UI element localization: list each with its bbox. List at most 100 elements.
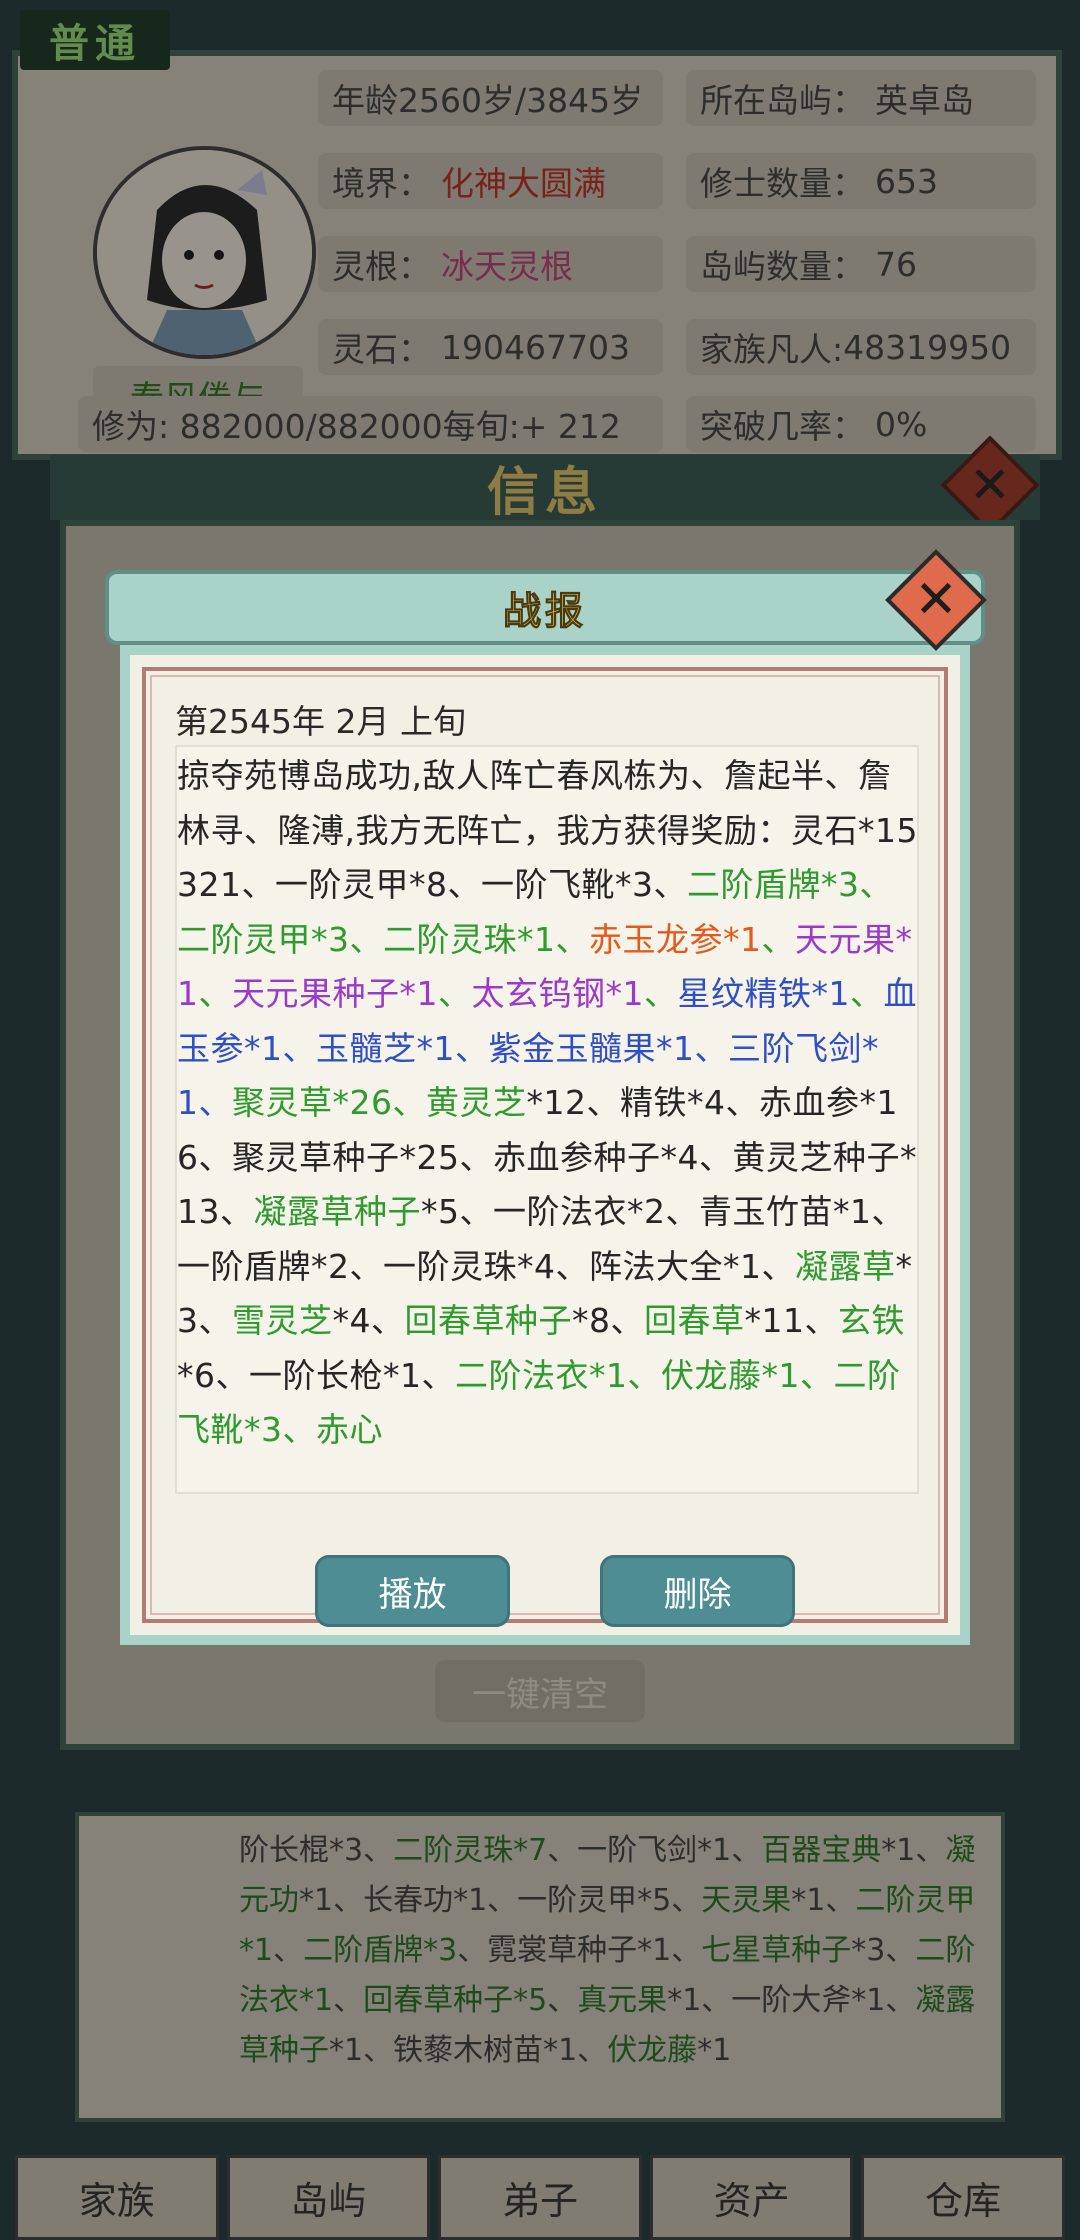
tab-disciples[interactable]: 弟子 xyxy=(438,2155,642,2240)
bottom-tab-bar: 家族 岛屿 弟子 资产 仓库 xyxy=(15,2155,1065,2240)
mortals-value: 48319950 xyxy=(843,327,1012,367)
mode-badge[interactable]: 普通 xyxy=(20,10,170,70)
log-segment: *1 xyxy=(697,2033,732,2068)
realm-label: 境界： xyxy=(332,164,431,203)
report-segment: 凝露草 xyxy=(795,1246,896,1286)
bottom-log: 阶长棍*3、二阶灵珠*7、一阶飞剑*1、百器宝典*1、凝元功*1、长春功*1、一… xyxy=(75,1812,1005,2122)
report-segment: 二阶灵甲*3 xyxy=(177,919,350,959)
report-segment: 回春草 xyxy=(644,1301,745,1340)
log-segment: 七 xyxy=(701,1933,732,1968)
cultivation-text: 修为: 882000/882000每旬:+ 212 xyxy=(92,407,621,446)
report-segment: 聚灵草*26 xyxy=(232,1083,393,1122)
log-segment: 星草种子 xyxy=(731,1933,852,1968)
report-segment: 、 xyxy=(761,919,795,959)
report-text: 掠夺苑博岛成功,敌人阵亡春风栋为、詹起半、詹林寻、隆溥,我方无阵亡，我方获得奖励… xyxy=(177,747,917,1458)
report-segment: 、 xyxy=(198,1083,232,1122)
log-segment: *1、 xyxy=(881,1833,946,1868)
report-segment: 、 xyxy=(627,1355,661,1395)
log-segment: *3、 xyxy=(851,1933,916,1968)
report-segment: 天元果种子*1 xyxy=(232,974,438,1013)
age-stat: 年龄2560岁/3845岁 xyxy=(318,70,663,126)
log-segment: 二阶盾牌*3 xyxy=(303,1933,458,1968)
info-title-bar: 信息 xyxy=(50,455,1040,523)
delete-button[interactable]: 删除 xyxy=(600,1555,795,1627)
modal-body: 第2545年 2月 上旬 掠夺苑博岛成功,敌人阵亡春风栋为、詹起半、詹林寻、隆溥… xyxy=(120,645,970,1645)
report-segment: 黄灵芝 xyxy=(426,1083,527,1122)
report-segment: 二阶灵珠*1 xyxy=(383,919,556,959)
battle-report-modal: 战报 ✕ 第2545年 2月 上旬 掠夺苑博岛成功,敌人阵亡春风栋为、詹起半、詹… xyxy=(105,549,987,1670)
report-segment: *6、一阶长枪*1、 xyxy=(177,1355,455,1395)
log-segment: 回春草种子*5 xyxy=(363,1983,548,2018)
islands-stat: 岛屿数量： 76 xyxy=(686,236,1036,292)
report-date: 第2545年 2月 上旬 xyxy=(175,702,466,741)
close-icon: ✕ xyxy=(969,456,1011,514)
tab-family[interactable]: 家族 xyxy=(15,2155,219,2240)
cultivators-label: 修士数量： xyxy=(700,164,865,203)
report-segment: 、 xyxy=(282,1028,316,1068)
character-status-panel: 春风倦与 年龄2560岁/3845岁 所在岛屿：英卓岛 境界：化神大圆满 修士数… xyxy=(12,50,1062,460)
mortals-stat: 家族凡人: 48319950 xyxy=(686,319,1036,375)
islands-value: 76 xyxy=(875,244,917,284)
report-segment: *4、 xyxy=(332,1301,405,1340)
log-segment: 真元果 xyxy=(577,1983,668,2018)
realm-stat: 境界： 化神大圆满 xyxy=(318,153,663,209)
report-segment: 太玄钨钢*1 xyxy=(471,974,644,1013)
log-segment: 、 xyxy=(273,1933,304,1968)
close-icon: ✕ xyxy=(914,570,958,630)
log-segment: *1、长春功*1、一阶灵甲*5、 xyxy=(299,1883,702,1918)
log-segment: 、 xyxy=(333,1983,364,2018)
log-segment: 、一阶飞剑*1、 xyxy=(547,1833,762,1868)
report-segment: 、 xyxy=(438,974,472,1013)
islands-label: 岛屿数量： xyxy=(700,247,865,286)
stones-value: 190467703 xyxy=(441,327,630,367)
tab-islands[interactable]: 岛屿 xyxy=(226,2155,431,2240)
breakthrough-label: 突破几率： xyxy=(700,407,865,446)
play-button[interactable]: 播放 xyxy=(315,1555,510,1627)
report-segment: 凝露草种子 xyxy=(253,1192,421,1231)
age-text: 年龄2560岁/3845岁 xyxy=(332,81,644,120)
stones-stat: 灵石： 190467703 xyxy=(318,319,663,375)
root-stat: 灵根： 冰天灵根 xyxy=(318,236,663,292)
tab-warehouse[interactable]: 仓库 xyxy=(861,2155,1065,2240)
mortals-label: 家族凡人: xyxy=(700,330,844,369)
log-segment: 二阶灵珠*7 xyxy=(393,1833,548,1868)
log-segment: *1、铁藜木树苗*1、 xyxy=(329,2033,608,2068)
modal-title: 战报 xyxy=(502,589,587,634)
report-segment: 二阶法衣*1 xyxy=(455,1355,628,1395)
report-segment: 、 xyxy=(349,919,383,959)
island-stat: 所在岛屿： 英卓岛 xyxy=(686,70,1036,126)
root-value: 冰天灵根 xyxy=(441,247,573,286)
report-segment: 、 xyxy=(455,1028,489,1068)
log-segment: *1、 xyxy=(791,1883,856,1918)
report-segment: 、 xyxy=(555,919,589,959)
log-segment: 阶长棍*3、 xyxy=(239,1833,394,1868)
cultivators-stat: 修士数量： 653 xyxy=(686,153,1036,209)
report-segment: 玉髓芝*1 xyxy=(316,1028,455,1068)
report-segment: 紫金玉髓果*1 xyxy=(488,1028,695,1068)
cultivation-stat: 修为: 882000/882000每旬:+ 212 xyxy=(78,396,663,452)
report-segment: *11、 xyxy=(744,1301,838,1340)
modal-header: 战报 xyxy=(105,570,985,645)
island-value: 英卓岛 xyxy=(875,81,974,120)
report-segment: 、 xyxy=(800,1355,834,1395)
report-segment: 、 xyxy=(644,974,678,1013)
log-segment: 伏龙藤 xyxy=(607,2033,698,2068)
report-segment: 、 xyxy=(198,974,232,1013)
stones-label: 灵石： xyxy=(332,330,431,369)
report-segment: 赤心 xyxy=(316,1410,383,1449)
realm-value: 化神大圆满 xyxy=(441,164,606,203)
report-segment: *8、 xyxy=(572,1301,644,1340)
report-segment: 、 xyxy=(282,1410,316,1449)
breakthrough-value: 0% xyxy=(875,404,928,444)
report-scroll-area[interactable]: 掠夺苑博岛成功,敌人阵亡春风栋为、詹起半、詹林寻、隆溥,我方无阵亡，我方获得奖励… xyxy=(175,745,919,1494)
report-segment: 、 xyxy=(694,1028,728,1068)
character-avatar[interactable] xyxy=(93,146,316,359)
report-segment: 星纹精铁*1 xyxy=(677,974,850,1013)
log-segment: *1、一阶大斧*1、 xyxy=(667,1983,916,2018)
island-label: 所在岛屿： xyxy=(700,81,865,120)
report-segment: 、 xyxy=(859,865,893,904)
report-segment: 、 xyxy=(850,974,884,1013)
report-segment: 二阶盾牌*3 xyxy=(686,865,860,904)
tab-assets[interactable]: 资产 xyxy=(649,2155,854,2240)
log-segment: 百器宝典 xyxy=(761,1833,882,1868)
